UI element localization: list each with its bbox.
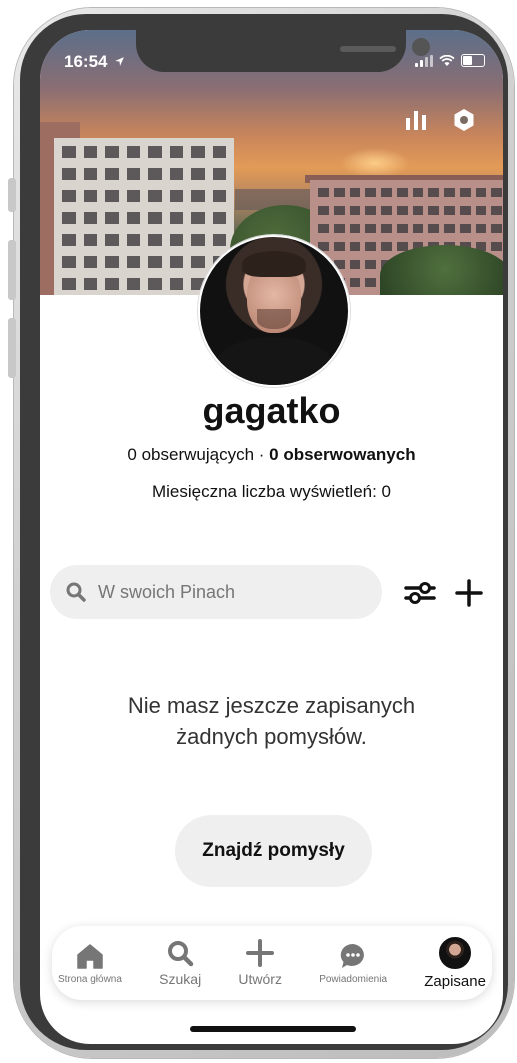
wifi-icon <box>439 54 455 66</box>
profile-username: gagatko <box>202 390 341 431</box>
following-count[interactable]: 0 obserwowanych <box>269 445 415 464</box>
nav-item-search[interactable]: Szukaj <box>159 939 201 987</box>
search-input[interactable] <box>96 580 360 604</box>
home-indicator <box>190 1026 356 1032</box>
home-icon <box>77 943 103 969</box>
pins-search-bar[interactable] <box>50 565 382 619</box>
battery-icon <box>461 54 485 67</box>
nav-item-create[interactable]: Utwórz <box>238 939 282 987</box>
plus-icon <box>246 939 275 967</box>
volume-up-button <box>8 240 16 300</box>
profile-avatar[interactable] <box>198 235 350 387</box>
screen: 16:54 gagatko 0 obserwujących · 0 obserw… <box>40 30 503 1044</box>
nav-item-home[interactable]: Strona główna <box>58 942 122 985</box>
settings-hexagon-icon[interactable] <box>453 108 475 132</box>
monthly-views: Miesięczna liczba wyświetleń: 0 <box>151 482 392 501</box>
nav-item-notifications[interactable]: Powiadomienia <box>319 942 387 985</box>
followers-count[interactable]: 0 obserwujących · <box>127 445 269 464</box>
notch <box>136 30 430 72</box>
status-indicators <box>415 54 485 67</box>
nav-label-create: Utwórz <box>238 971 282 987</box>
empty-state-message: Nie masz jeszcze zapisanych żadnych pomy… <box>127 693 416 749</box>
status-time: 16:54 <box>64 52 125 72</box>
nav-item-saved[interactable]: Zapisane <box>424 936 486 990</box>
chat-bubble-icon <box>340 943 364 968</box>
search-icon <box>168 941 194 967</box>
location-arrow-icon <box>115 57 125 66</box>
search-icon <box>66 582 86 602</box>
volume-down-button <box>8 318 16 378</box>
follow-stats[interactable]: 0 obserwujących · 0 obserwowanych <box>40 445 503 465</box>
add-plus-icon[interactable] <box>454 578 484 608</box>
signal-icon <box>415 54 433 67</box>
find-ideas-button[interactable]: Znajdź pomysły <box>175 815 372 887</box>
avatar-icon <box>439 936 472 969</box>
mute-switch <box>8 178 16 212</box>
nav-label-notifications: Powiadomienia <box>319 973 388 985</box>
nav-label-saved: Zapisane <box>424 972 486 990</box>
nav-label-search: Szukaj <box>159 971 202 987</box>
bottom-navigation: Strona główna Szukaj Utwórz Powiadomieni… <box>52 926 492 1000</box>
analytics-icon[interactable] <box>405 110 427 130</box>
filter-sliders-icon[interactable] <box>404 578 436 608</box>
nav-label-home: Strona główna <box>58 973 122 985</box>
